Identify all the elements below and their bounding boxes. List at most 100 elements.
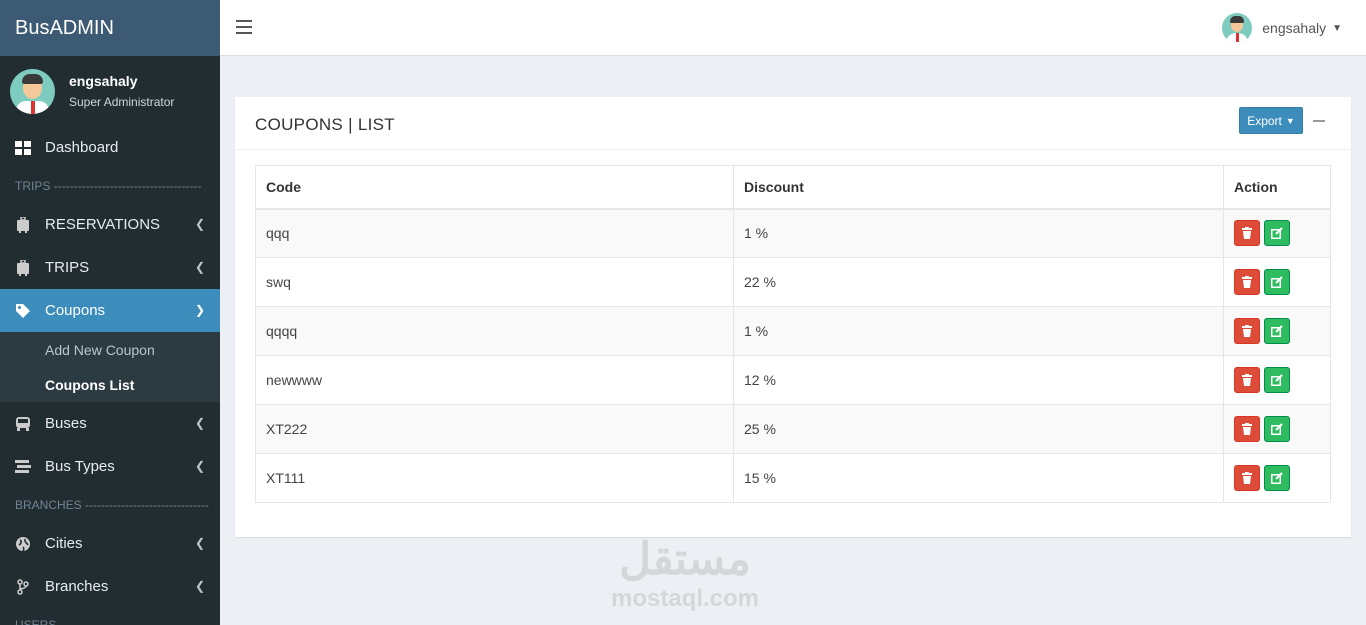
user-menu-name: engsahaly: [1262, 20, 1327, 36]
menu-header-trips: TRIPS ----------------------------------…: [15, 179, 202, 193]
cell-action: [1223, 404, 1331, 454]
trash-icon: [1242, 276, 1252, 288]
delete-button[interactable]: [1234, 318, 1260, 344]
suitcase-icon: [15, 259, 31, 276]
edit-button[interactable]: [1264, 269, 1290, 295]
user-panel: engsahaly Super Administrator: [0, 56, 220, 126]
cell-code: qqq: [255, 208, 734, 258]
avatar: [10, 68, 55, 114]
table-row: qqqq 1 %: [255, 306, 1331, 356]
sidebar-item-label: Cities: [45, 535, 83, 552]
sidebar-item-buses[interactable]: Buses ❮: [0, 402, 220, 445]
topbar: engsahaly ▼: [220, 0, 1366, 56]
sidebar-item-bus-types[interactable]: Bus Types ❮: [0, 445, 220, 488]
page-title: COUPONS | LIST: [255, 115, 395, 134]
chevron-left-icon: ❮: [194, 536, 205, 550]
trash-icon: [1242, 374, 1252, 386]
sidebar-item-label: Coupons: [45, 302, 106, 319]
delete-button[interactable]: [1234, 416, 1260, 442]
edit-icon: [1271, 276, 1283, 288]
submenu-item-coupons-list[interactable]: Coupons List: [0, 367, 220, 402]
sidebar-item-coupons[interactable]: Coupons ❯: [0, 289, 220, 332]
trash-icon: [1242, 227, 1252, 240]
box-header: COUPONS | LIST Export ▼: [235, 100, 1351, 150]
edit-button[interactable]: [1264, 416, 1290, 442]
cell-action: [1223, 306, 1331, 356]
avatar: [1222, 13, 1253, 43]
edit-button[interactable]: [1264, 318, 1290, 344]
submenu-item-add-coupon[interactable]: Add New Coupon: [0, 332, 220, 367]
sidebar-item-label: Branches: [45, 578, 109, 595]
delete-button[interactable]: [1234, 367, 1260, 393]
cell-discount: 1 %: [733, 306, 1224, 356]
edit-button[interactable]: [1264, 367, 1290, 393]
sidebar-item-label: RESERVATIONS: [45, 216, 161, 233]
sidebar-item-dashboard[interactable]: Dashboard: [0, 126, 220, 169]
chevron-left-icon: ❮: [194, 217, 205, 231]
user-name: engsahaly: [69, 73, 138, 89]
bus-icon: [15, 416, 31, 432]
delete-button[interactable]: [1234, 269, 1260, 295]
collapse-icon[interactable]: [1313, 120, 1325, 122]
chevron-left-icon: ❮: [194, 260, 205, 274]
sidebar-item-branches[interactable]: Branches ❮: [0, 565, 220, 608]
trash-icon: [1242, 325, 1252, 337]
trash-icon: [1242, 472, 1252, 484]
sidebar: BusADMIN engsahaly Super Administrator D…: [0, 0, 220, 625]
list-icon: [15, 459, 31, 475]
menu-header-branches: BRANCHES -------------------------------: [15, 498, 209, 512]
column-header-action: Action: [1223, 165, 1331, 210]
coupons-submenu: Add New Coupon Coupons List: [0, 332, 220, 402]
menu-header-users: USERS: [15, 618, 57, 625]
export-button[interactable]: Export ▼: [1239, 107, 1303, 134]
sidebar-item-trips[interactable]: TRIPS ❮: [0, 246, 220, 289]
column-header-discount[interactable]: Discount: [733, 165, 1224, 210]
table-row: newwww 12 %: [255, 355, 1331, 405]
tag-icon: [15, 303, 31, 319]
table-row: qqq 1 %: [255, 208, 1331, 258]
coupons-box: COUPONS | LIST Export ▼ Code Discount Ac…: [235, 97, 1351, 537]
cell-action: [1223, 453, 1331, 503]
cell-discount: 12 %: [733, 355, 1224, 405]
delete-button[interactable]: [1234, 220, 1260, 247]
edit-icon: [1271, 227, 1283, 240]
brand-logo[interactable]: BusADMIN: [0, 0, 220, 56]
globe-icon: [15, 536, 31, 552]
cell-action: [1223, 355, 1331, 405]
edit-button[interactable]: [1264, 465, 1290, 491]
table-row: XT222 25 %: [255, 404, 1331, 454]
trash-icon: [1242, 423, 1252, 435]
chevron-down-icon: ▼: [1285, 115, 1295, 126]
table-row: swq 22 %: [255, 257, 1331, 307]
edit-button[interactable]: [1264, 220, 1290, 247]
sidebar-item-cities[interactable]: Cities ❮: [0, 522, 220, 565]
watermark: مستقل mostaql.com: [600, 535, 770, 613]
watermark-arabic: مستقل: [619, 535, 751, 584]
cell-code: XT111: [255, 453, 734, 503]
user-menu[interactable]: engsahaly ▼: [1222, 13, 1342, 43]
delete-button[interactable]: [1234, 465, 1260, 491]
cell-discount: 25 %: [733, 404, 1224, 454]
sidebar-item-label: TRIPS: [45, 259, 90, 276]
sidebar-item-reservations[interactable]: RESERVATIONS ❮: [0, 203, 220, 246]
menu-toggle-icon[interactable]: [236, 20, 252, 34]
cell-action: [1223, 257, 1331, 307]
export-label: Export: [1247, 113, 1282, 128]
table-header-row: Code Discount Action: [255, 165, 1331, 210]
sidebar-item-label: Dashboard: [45, 139, 119, 156]
cell-action: [1223, 208, 1331, 258]
dashboard-icon: [15, 140, 31, 156]
cell-discount: 1 %: [733, 208, 1224, 258]
chevron-left-icon: ❮: [194, 459, 205, 473]
watermark-latin: mostaql.com: [610, 585, 760, 612]
code-branch-icon: [15, 578, 31, 595]
column-header-code[interactable]: Code: [255, 165, 734, 210]
chevron-down-icon: ❯: [194, 303, 205, 317]
user-role: Super Administrator: [69, 95, 175, 109]
coupons-table: Code Discount Action qqq 1 % swq 22 % qq…: [255, 165, 1331, 503]
cell-code: qqqq: [255, 306, 734, 356]
edit-icon: [1271, 472, 1283, 484]
cell-discount: 22 %: [733, 257, 1224, 307]
edit-icon: [1271, 423, 1283, 435]
cell-code: newwww: [255, 355, 734, 405]
